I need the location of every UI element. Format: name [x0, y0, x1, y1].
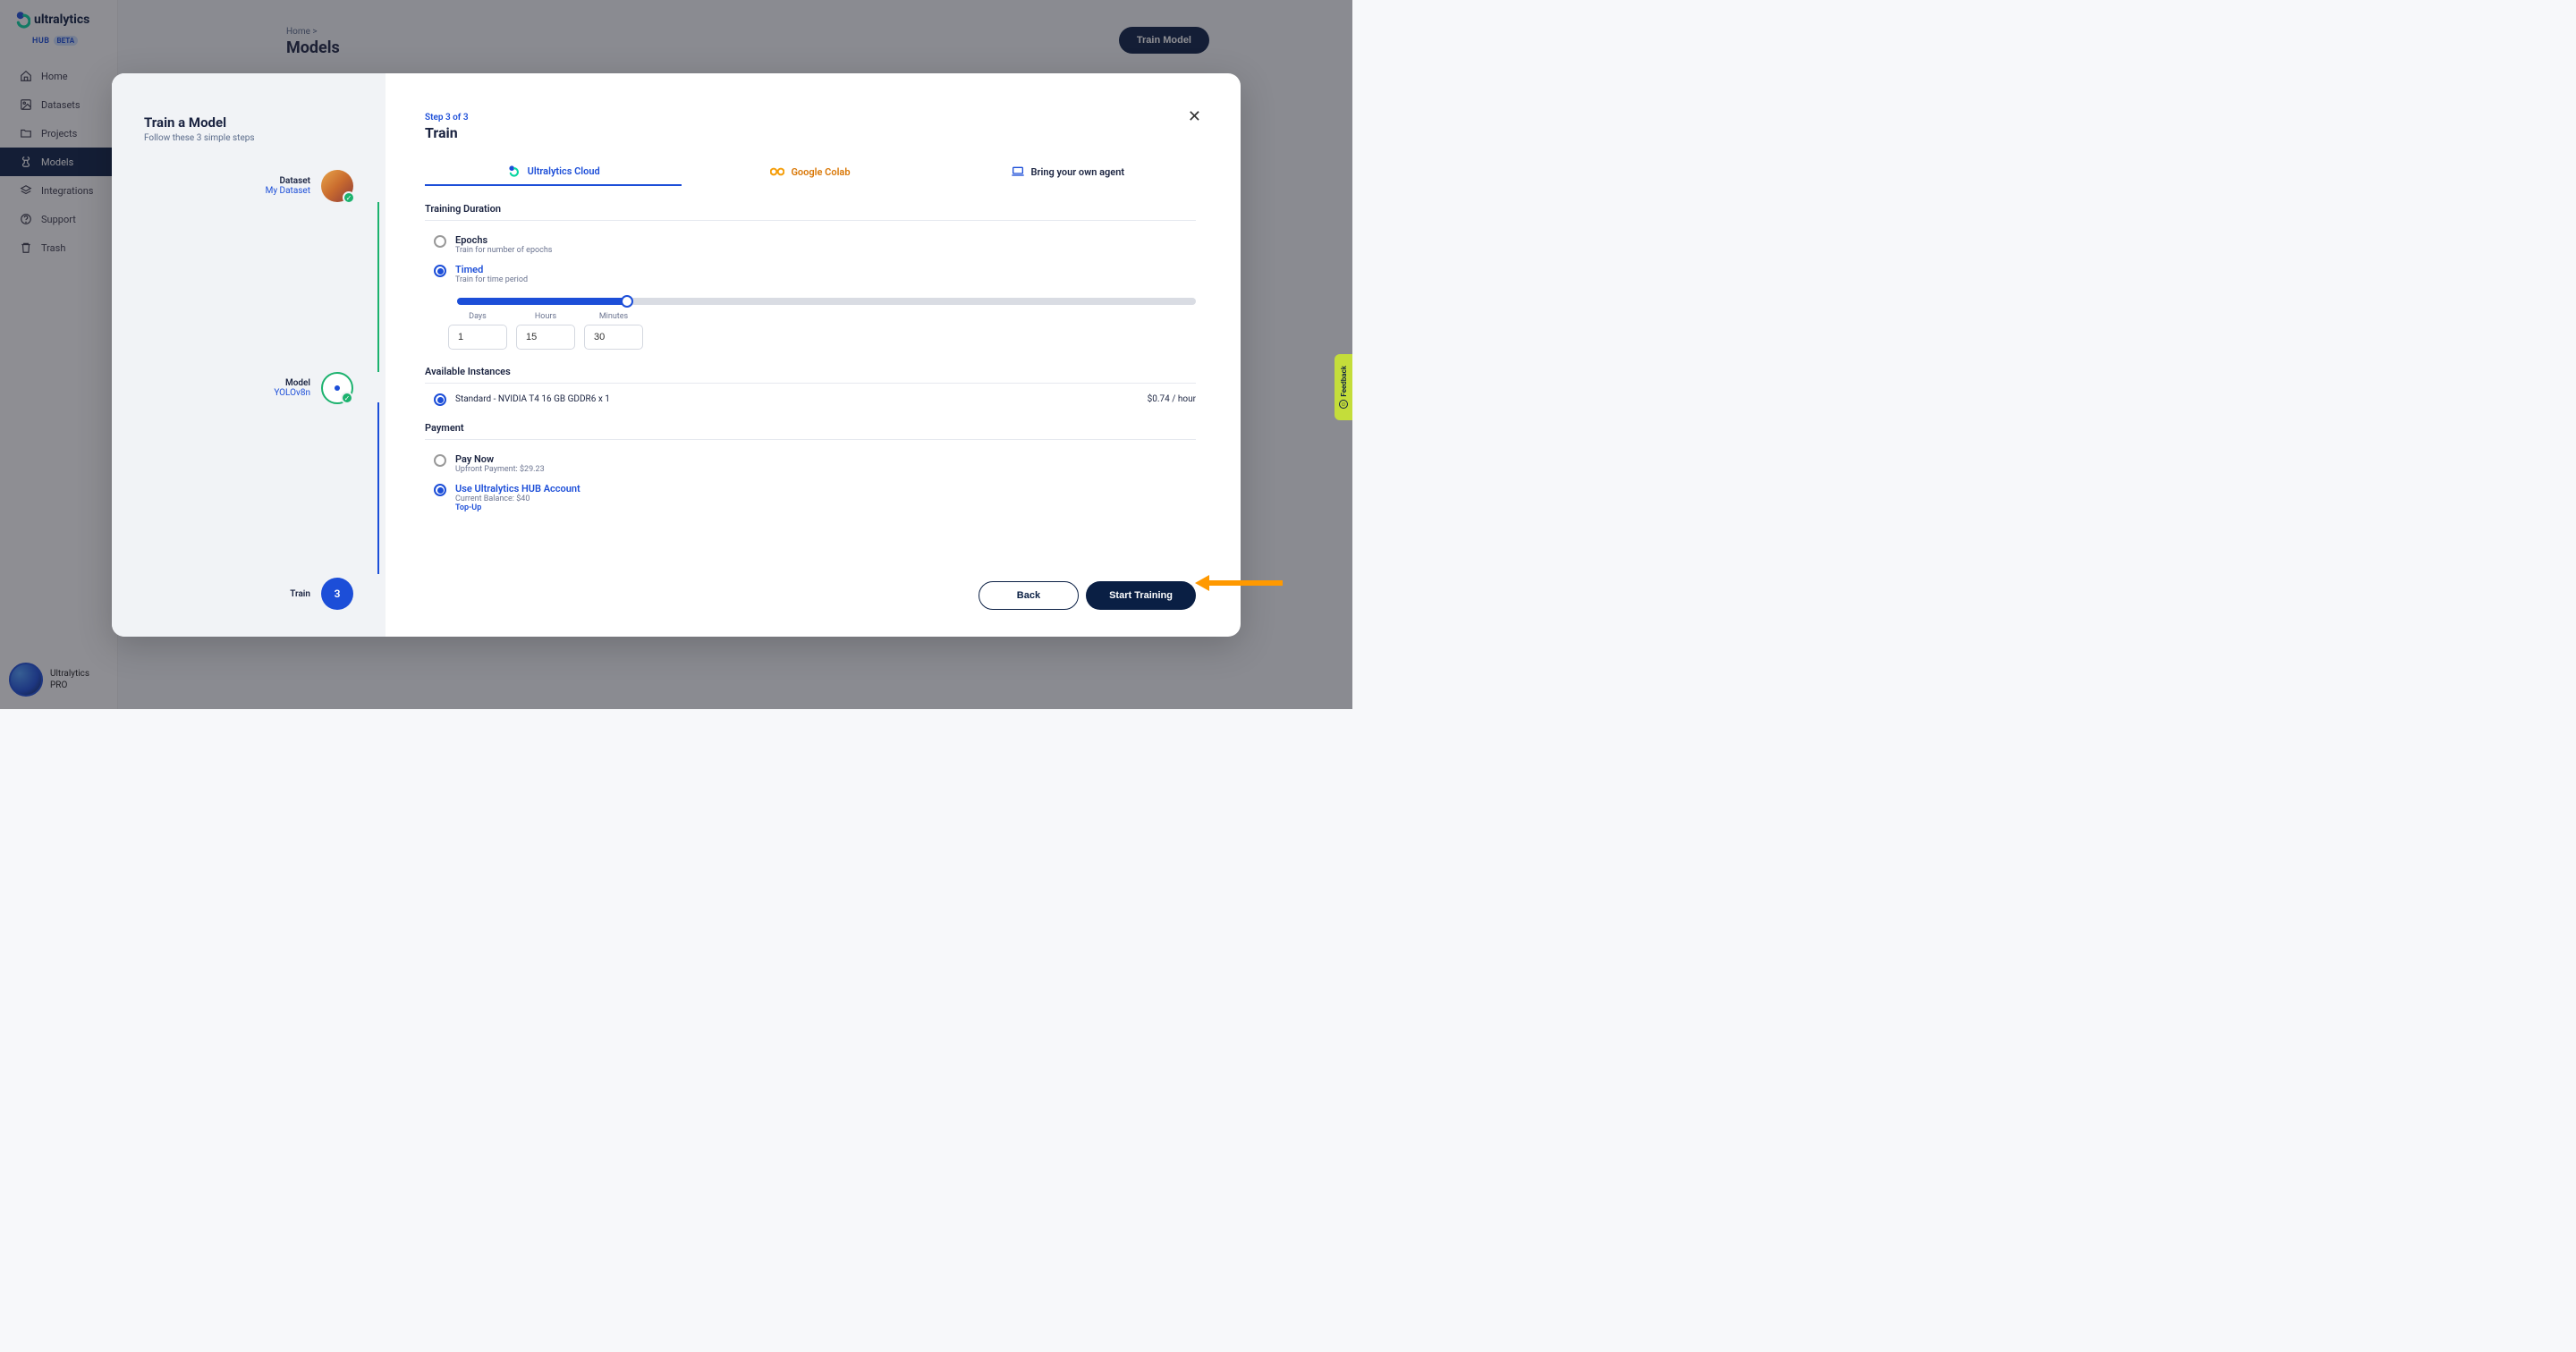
radio-label: Use Ultralytics HUB Account [455, 483, 580, 494]
radio-label: Timed [455, 264, 528, 275]
start-training-button[interactable]: Start Training [1086, 581, 1196, 610]
tab-google-colab[interactable]: Google Colab [682, 157, 938, 186]
radio-icon[interactable] [434, 235, 446, 248]
back-button[interactable]: Back [979, 581, 1079, 610]
radio-pay-now[interactable]: Pay Now Upfront Payment: $29.23 [434, 449, 1196, 478]
radio-sublabel: Train for time period [455, 275, 528, 284]
smiley-icon: ☺ [1339, 400, 1348, 409]
minutes-input-group: Minutes [584, 312, 643, 350]
radio-label: Epochs [455, 234, 552, 246]
modal-left-title: Train a Model [144, 114, 353, 131]
radio-use-account[interactable]: Use Ultralytics HUB Account Current Bala… [434, 478, 1196, 517]
feedback-label: Feedback [1340, 366, 1348, 397]
step-node-dataset: ✓ [321, 170, 353, 202]
radio-icon[interactable] [434, 265, 446, 277]
tab-own-agent[interactable]: Bring your own agent [939, 157, 1196, 186]
instance-row[interactable]: Standard - NVIDIA T4 16 GB GDDR6 x 1 $0.… [425, 384, 1196, 406]
colab-icon [770, 165, 784, 178]
step-label: Train [290, 589, 310, 599]
modal-content: ✕ Step 3 of 3 Train Ultralytics Cloud Go… [386, 73, 1241, 637]
feedback-tab[interactable]: Feedback ☺ [1335, 354, 1352, 420]
stepper-line [377, 402, 379, 574]
step-value[interactable]: My Dataset [266, 186, 310, 196]
section-training-duration: Training Duration [425, 203, 1196, 221]
modal-title: Train [425, 124, 1196, 141]
step-dataset[interactable]: Dataset My Dataset ✓ [144, 170, 353, 202]
step-label: Dataset [266, 176, 310, 186]
section-payment: Payment [425, 422, 1196, 440]
radio-timed[interactable]: Timed Train for time period [434, 259, 1196, 289]
minutes-label: Minutes [599, 312, 628, 321]
hours-input[interactable] [516, 325, 575, 350]
tab-label: Google Colab [791, 166, 850, 178]
step-indicator: Step 3 of 3 [425, 113, 1196, 123]
check-icon: ✓ [341, 392, 353, 404]
radio-sublabel: Upfront Payment: $29.23 [455, 465, 545, 474]
radio-epochs[interactable]: Epochs Train for number of epochs [434, 230, 1196, 259]
instance-name: Standard - NVIDIA T4 16 GB GDDR6 x 1 [455, 394, 610, 404]
section-available-instances: Available Instances [425, 366, 1196, 384]
modal-footer: Back Start Training [425, 563, 1196, 610]
step-label: Model [274, 378, 310, 388]
topup-link[interactable]: Top-Up [455, 503, 580, 512]
days-input[interactable] [448, 325, 507, 350]
ultralytics-icon [507, 165, 521, 177]
hours-input-group: Hours [516, 312, 575, 350]
step-value[interactable]: YOLOv8n [274, 388, 310, 398]
step-node-model: ✓ [321, 372, 353, 404]
modal-stepper: Train a Model Follow these 3 simple step… [112, 73, 386, 637]
step-train[interactable]: Train 3 [144, 578, 353, 610]
stepper-line [377, 202, 379, 372]
radio-label: Pay Now [455, 453, 545, 465]
step-model[interactable]: Model YOLOv8n ✓ [144, 372, 353, 404]
slider-fill [457, 298, 627, 305]
close-icon[interactable]: ✕ [1188, 107, 1201, 126]
radio-icon[interactable] [434, 393, 446, 406]
tab-label: Ultralytics Cloud [528, 165, 600, 177]
instance-price: $0.74 / hour [1148, 394, 1196, 404]
radio-sublabel: Train for number of epochs [455, 246, 552, 255]
slider-thumb[interactable] [621, 295, 633, 308]
days-input-group: Days [448, 312, 507, 350]
hours-label: Hours [535, 312, 556, 321]
radio-icon[interactable] [434, 454, 446, 467]
radio-sublabel: Current Balance: $40 [455, 494, 580, 503]
train-modal: Train a Model Follow these 3 simple step… [112, 73, 1241, 637]
radio-icon[interactable] [434, 484, 446, 496]
days-label: Days [469, 312, 487, 321]
train-tabs: Ultralytics Cloud Google Colab Bring you… [425, 157, 1196, 187]
minutes-input[interactable] [584, 325, 643, 350]
tab-ultralytics-cloud[interactable]: Ultralytics Cloud [425, 157, 682, 186]
duration-slider[interactable] [457, 298, 1196, 305]
laptop-icon [1011, 165, 1025, 178]
modal-left-subtitle: Follow these 3 simple steps [144, 133, 353, 143]
tab-label: Bring your own agent [1031, 166, 1125, 178]
step-node-train: 3 [321, 578, 353, 610]
check-icon: ✓ [343, 191, 355, 204]
